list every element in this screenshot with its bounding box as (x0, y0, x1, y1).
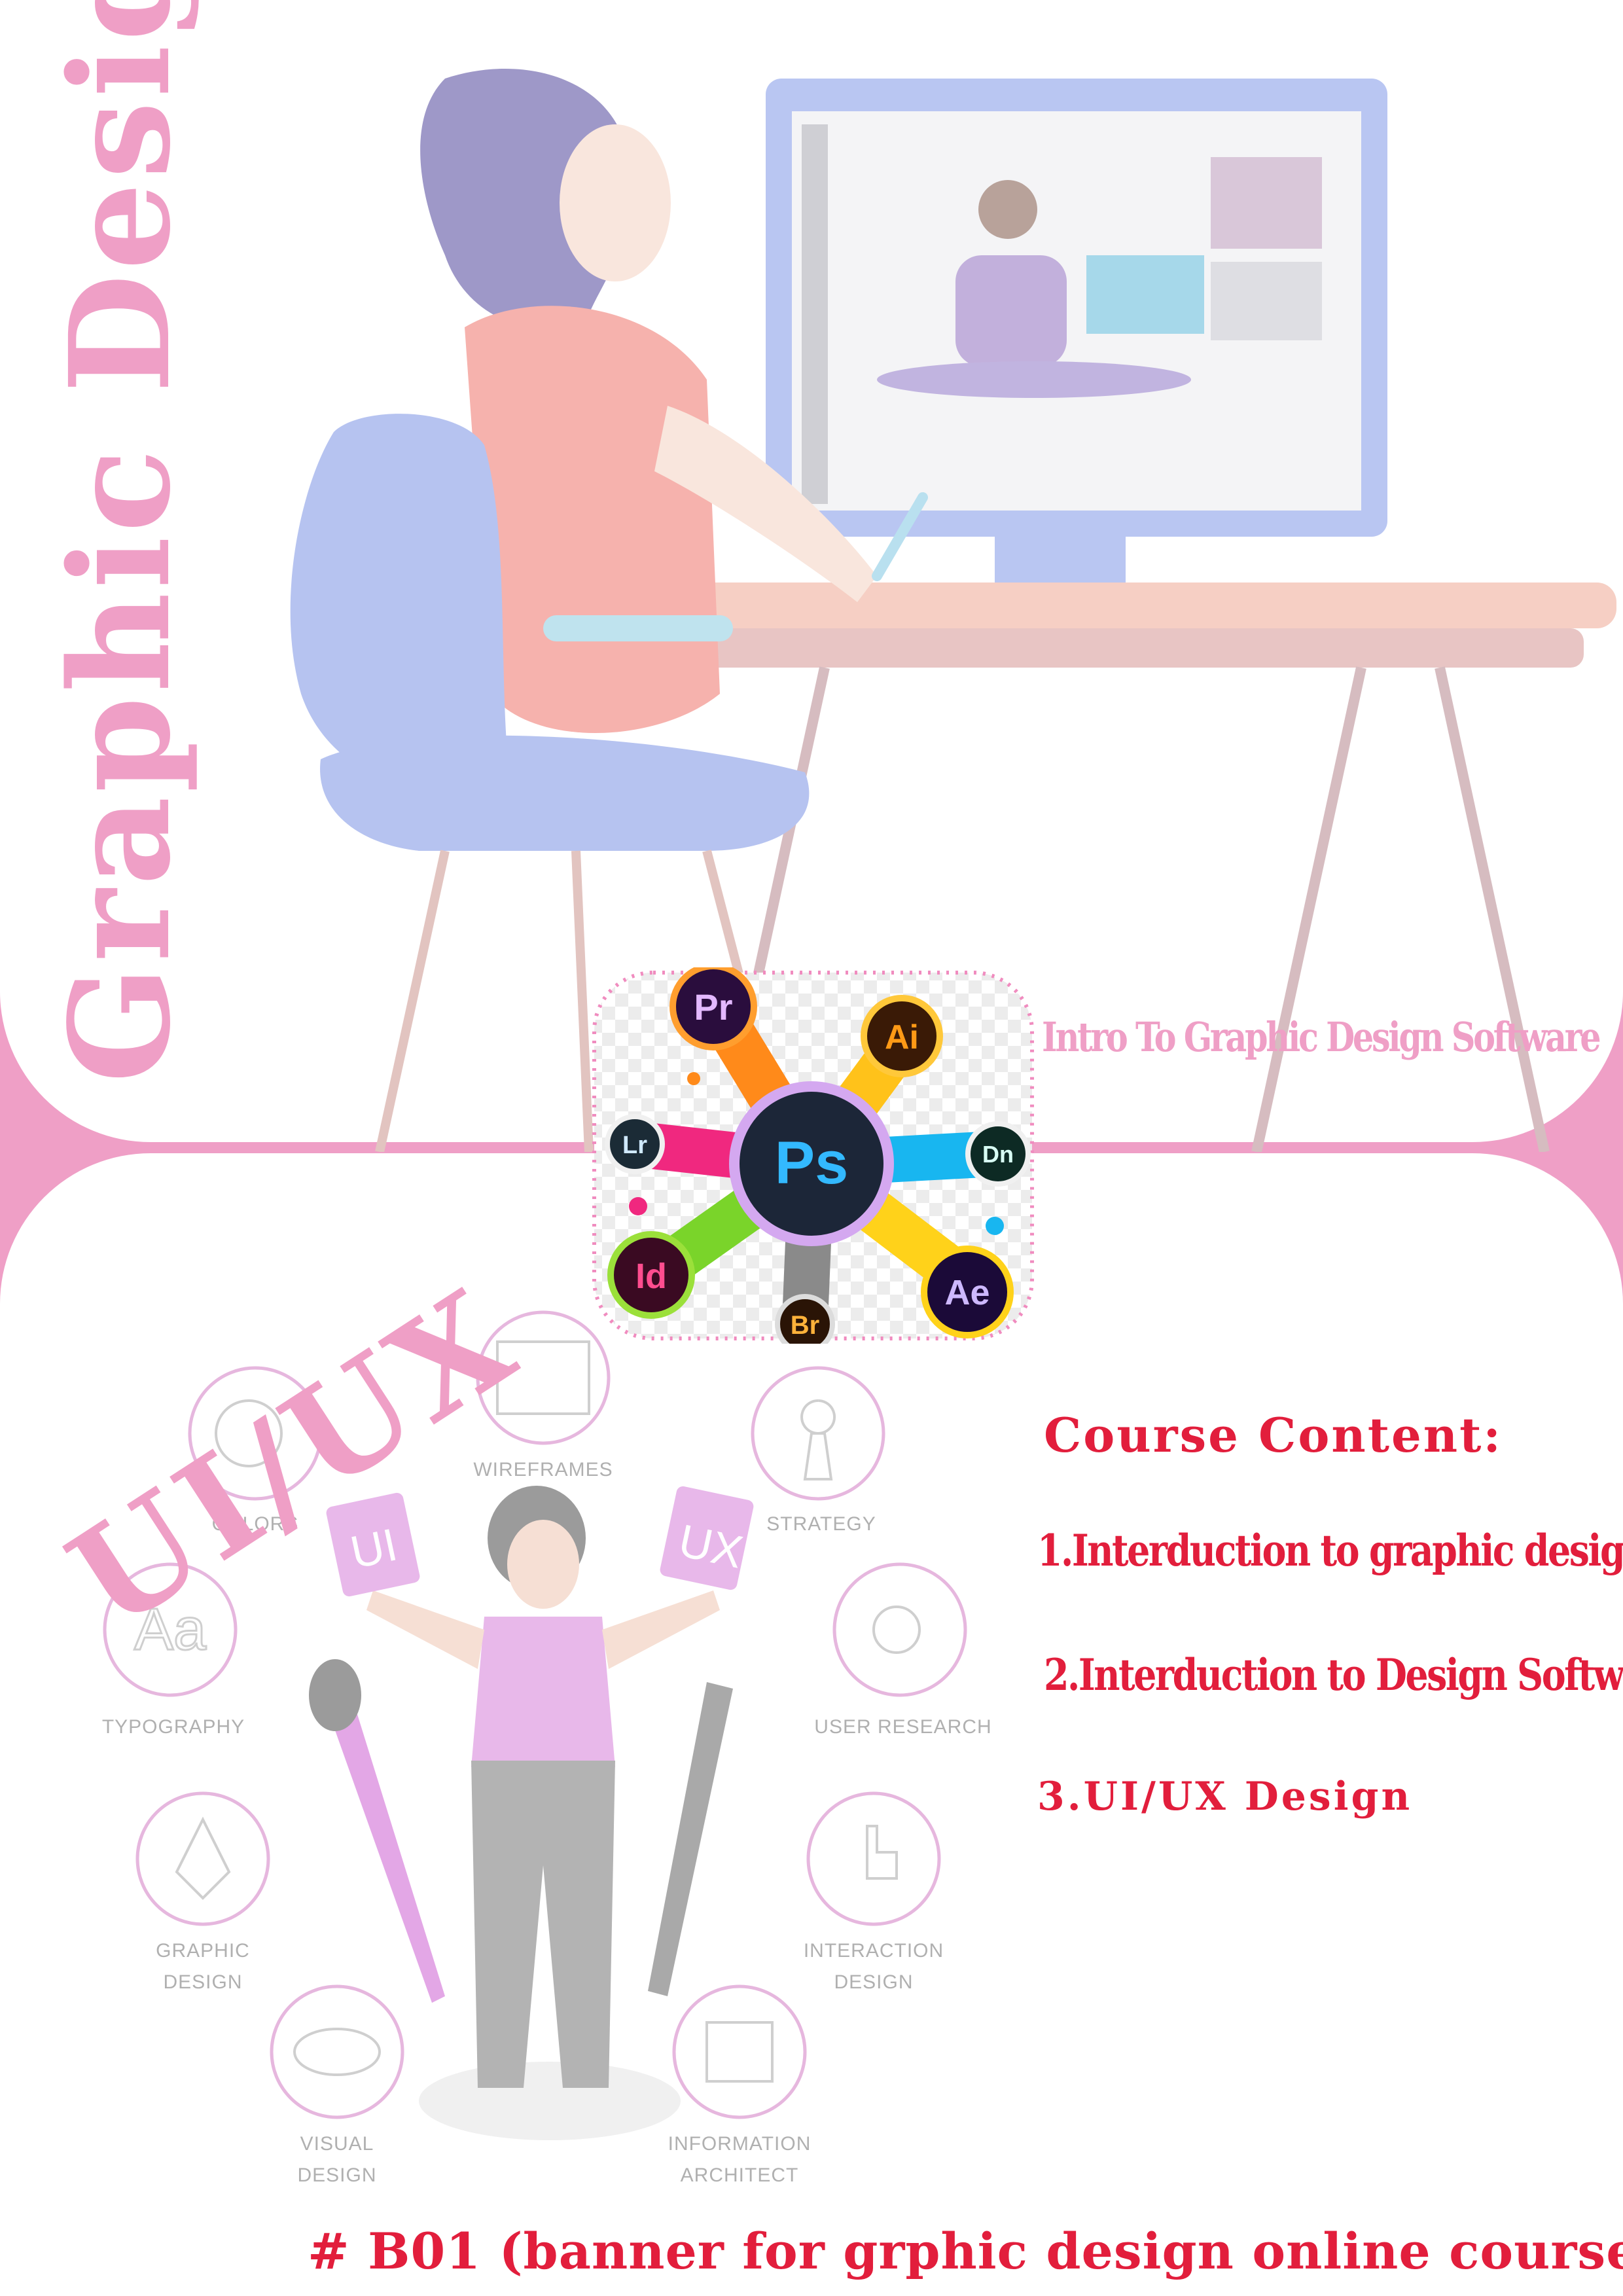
screen-mini-desk (877, 361, 1191, 398)
splash-drop-1 (629, 1197, 647, 1215)
course-item-2: 2.Interduction to Design Software (1044, 1649, 1623, 1700)
desk-shadow (589, 628, 1584, 668)
after-effects-label: Ae (944, 1273, 990, 1312)
screen-character-head (978, 180, 1037, 239)
skill-label-wireframes: WIREFRAMES (473, 1459, 613, 1480)
course-item-3: 3.UI/UX Design (1037, 1774, 1413, 1820)
splash-drop-2 (986, 1217, 1004, 1235)
skill-label-strategy: STRATEGY (766, 1513, 876, 1535)
screen-mini-monitor (1086, 255, 1204, 334)
course-content-heading: Course Content: (1044, 1407, 1503, 1463)
monitor-toolbar (802, 124, 828, 504)
software-icons-card: Pr Ai Lr Dn Ps Id Ae Br (592, 967, 1034, 1344)
chair-leg-left (375, 850, 450, 1152)
user-research-circle (832, 1562, 967, 1697)
figure-top (471, 1617, 615, 1767)
lightroom-label: Lr (622, 1132, 647, 1159)
photoshop-label: Ps (775, 1130, 849, 1196)
magnifier-icon (872, 1605, 921, 1654)
intro-software-text: Intro To Graphic Design Software (1042, 1013, 1601, 1061)
skill-label-interaction-design: DESIGN (834, 1971, 913, 1993)
skill-label-user-research: USER RESEARCH (814, 1716, 991, 1738)
footer-caption: # B01 (banner for grphic design online c… (308, 2222, 1623, 2280)
sitemap-icon (705, 2021, 774, 2083)
bridge-label: Br (791, 1311, 819, 1340)
chair-leg-mid (571, 850, 594, 1152)
dimension-label: Dn (982, 1141, 1014, 1168)
interaction-design-circle (806, 1791, 941, 1926)
graphic-design-title: Graphic Design (39, 0, 201, 1083)
pointer-hand-icon (866, 1825, 898, 1880)
skill-label-architect: ARCHITECT (681, 2164, 799, 2186)
monitor-palette (1211, 157, 1322, 249)
pencil-icon (648, 1682, 733, 1996)
brush-head (309, 1659, 361, 1731)
indesign-label: Id (635, 1257, 667, 1296)
skill-label-graphic-design: DESIGN (163, 1971, 242, 1993)
chair-seat (320, 735, 810, 851)
skill-label-interaction: INTERACTION (804, 1940, 944, 1962)
brush-icon (327, 1702, 445, 2003)
figure-face (507, 1520, 579, 1609)
desk-leg-right-2 (1435, 666, 1550, 1152)
chair-armrest (543, 615, 733, 641)
graphic-design-circle (135, 1791, 270, 1926)
desk-leg-right (1251, 666, 1366, 1152)
monitor-panel (1211, 262, 1322, 340)
premiere-label: Pr (694, 986, 732, 1028)
skill-label-visual-design: DESIGN (297, 2164, 376, 2186)
skill-label-typography: TYPOGRAPHY (102, 1716, 245, 1738)
information-architect-circle (672, 1984, 807, 2119)
woman-face (560, 124, 671, 281)
pen-nib-icon (175, 1816, 231, 1900)
skill-label-visual: VISUAL (300, 2133, 374, 2155)
course-item-1: 1.Interduction to graphic design (1037, 1525, 1623, 1576)
visual-design-circle (270, 1984, 404, 2119)
skill-label-information: INFORMATION (668, 2133, 812, 2155)
skill-label-graphic: GRAPHIC (156, 1940, 250, 1962)
splash-drop-3 (687, 1072, 700, 1085)
screen-character-body (955, 255, 1067, 367)
chess-pawn-icon (800, 1399, 836, 1480)
floor-shadow (419, 2062, 681, 2140)
illustrator-label: Ai (885, 1018, 919, 1056)
eye-icon (293, 2028, 381, 2076)
figure-pants (471, 1761, 615, 2088)
